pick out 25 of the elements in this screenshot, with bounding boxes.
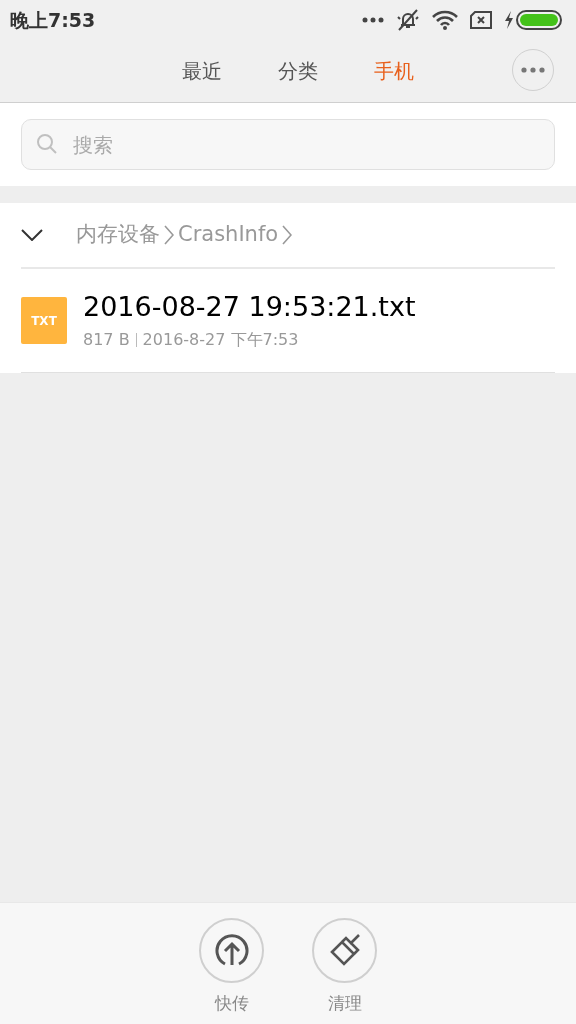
charging-icon (504, 11, 514, 29)
chevron-right-icon (282, 224, 293, 246)
chevron-right-icon (164, 224, 174, 246)
more-icon (362, 17, 384, 23)
action-button[interactable] (199, 918, 264, 983)
more-icon (521, 67, 545, 73)
status-time: 晚上7:53 (10, 7, 96, 33)
action-button[interactable] (312, 918, 377, 983)
search-icon (36, 133, 58, 155)
action-label: 清理 (327, 992, 362, 1015)
sim-card-icon (470, 11, 492, 29)
upload-icon (214, 933, 249, 968)
action-label: 快传 (214, 992, 249, 1015)
tab[interactable]: 最近 (182, 56, 222, 86)
tab[interactable]: 分类 (278, 56, 318, 86)
file-size: 817 B (83, 328, 130, 351)
file-row[interactable]: TXT 2016-08-27 19:53:21.txt 817 B 2016-8-27 下午7:53 (21, 269, 555, 373)
search-field[interactable]: 搜索 (21, 119, 555, 170)
file-name: 2016-08-27 19:53:21.txt (83, 289, 416, 324)
chevron-down-icon[interactable] (21, 229, 43, 241)
file-date: 2016-8-27 下午7:53 (142, 328, 299, 351)
wifi-icon (432, 10, 458, 30)
mute-bell-icon (396, 9, 420, 31)
txt-file-icon: TXT (21, 297, 67, 344)
battery-icon (516, 10, 562, 30)
